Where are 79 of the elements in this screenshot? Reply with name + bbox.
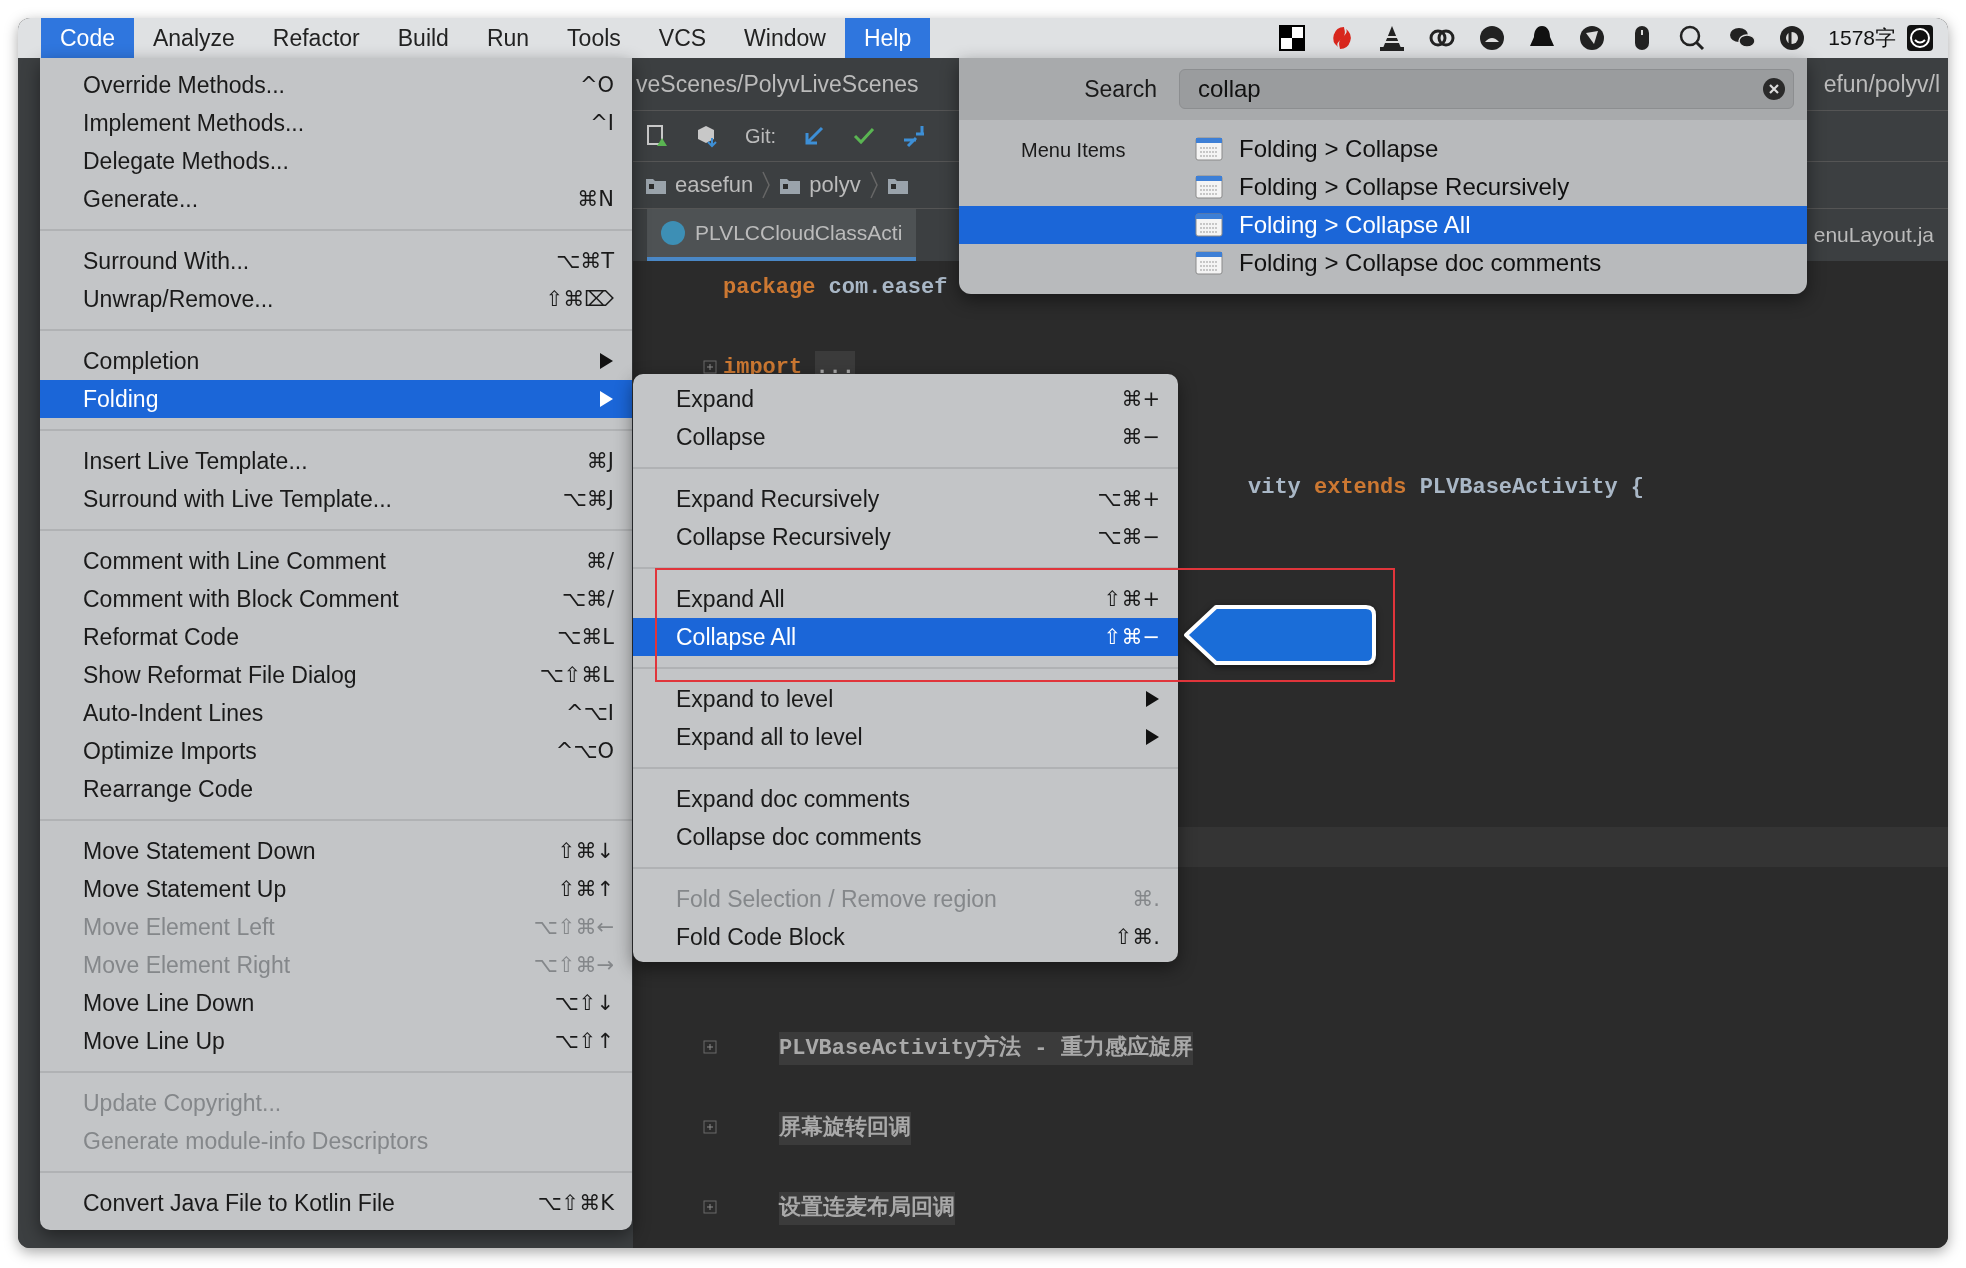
menu-bar-item[interactable]: Code	[41, 18, 134, 58]
menu-item[interactable]: Collapse Recursively ⌥⌘−	[633, 518, 1178, 556]
menu-item[interactable]: Convert Java File to Kotlin File ⌥⇧⌘K	[40, 1184, 632, 1222]
menu-item[interactable]: Move Statement Down ⇧⌘↓	[40, 832, 632, 870]
section-label: Menu Items	[1021, 139, 1126, 162]
menu-item[interactable]: Implement Methods... ^I	[40, 104, 632, 142]
chevron-icon	[868, 170, 879, 200]
menu-item[interactable]: Insert Live Template... ⌘J	[40, 442, 632, 480]
search-result[interactable]: Folding > Collapse	[1179, 130, 1807, 168]
class-icon	[661, 221, 685, 245]
code-line: vity extends PLVBaseActivity {	[1248, 474, 1645, 500]
menu-item[interactable]: Collapse ⌘−	[633, 418, 1178, 456]
menu-item[interactable]: Unwrap/Remove... ⇧⌘⌦	[40, 280, 632, 318]
menu-item[interactable]: Surround with Live Template... ⌥⌘J	[40, 480, 632, 518]
search-result[interactable]: Folding > Collapse Recursively	[1179, 168, 1807, 206]
circle-icon[interactable]	[1478, 24, 1507, 52]
tab-title: PLVLCCloudClassActi	[695, 221, 903, 245]
file-path: efun/polyv/l	[1823, 70, 1940, 98]
tab-title: enuLayout.ja	[1813, 223, 1934, 247]
git-label: Git:	[745, 124, 777, 148]
breadcrumb-item[interactable]: polyv	[809, 172, 861, 198]
search-label: Search	[1083, 75, 1157, 103]
submenu-arrow-icon	[598, 390, 614, 408]
menu-item[interactable]: Delegate Methods...	[40, 142, 632, 180]
search-result[interactable]: Folding > Collapse doc comments	[1179, 244, 1807, 282]
menu-item[interactable]: Expand Recursively ⌥⌘+	[633, 480, 1178, 518]
checker-icon[interactable]	[1278, 24, 1307, 52]
menu-item[interactable]: Expand doc comments	[633, 780, 1178, 818]
menu-bar-item[interactable]: Help	[844, 18, 931, 58]
menu-item[interactable]: Generate... ⌘N	[40, 180, 632, 218]
menu-item[interactable]: Expand ⌘+	[633, 380, 1178, 418]
menu-bar-item[interactable]: Run	[467, 18, 549, 58]
menu-item[interactable]: Reformat Code ⌥⌘L	[40, 618, 632, 656]
menu-item[interactable]: Auto-Indent Lines ^⌥I	[40, 694, 632, 732]
file-path: veScenes/PolyvLiveScenes	[636, 70, 919, 98]
device-icon[interactable]	[645, 124, 669, 148]
menu-item[interactable]: Expand all to level	[633, 718, 1178, 756]
menu-item[interactable]: Move Statement Up ⇧⌘↑	[40, 870, 632, 908]
clear-icon[interactable]	[1762, 77, 1786, 101]
menu-item[interactable]: Rearrange Code	[40, 770, 632, 808]
package-icon[interactable]	[695, 124, 719, 148]
code-line: package com.easef	[723, 274, 948, 300]
menu-item[interactable]: Collapse doc comments	[633, 818, 1178, 856]
submenu-arrow-icon	[1144, 728, 1160, 746]
menu-item[interactable]: Fold Code Block ⇧⌘.	[633, 918, 1178, 956]
menu-bar-item[interactable]: Build	[378, 18, 468, 58]
menu-item[interactable]: Move Line Up ⌥⇧↑	[40, 1022, 632, 1060]
menu-item[interactable]: Surround With... ⌥⌘T	[40, 242, 632, 280]
smiley-icon[interactable]	[1906, 24, 1934, 52]
editor-tab[interactable]: PLVLCCloudClassActi	[647, 209, 917, 261]
menu-item[interactable]: Folding	[40, 380, 632, 418]
menu-bar-item[interactable]: Window	[725, 18, 845, 58]
menu-item[interactable]: Collapse All ⇧⌘−	[633, 618, 1178, 656]
chevron-icon	[761, 170, 772, 200]
merge-icon[interactable]	[902, 124, 927, 148]
menu-item[interactable]: Completion	[40, 342, 632, 380]
menu-bar-item[interactable]: Refactor	[253, 18, 379, 58]
window-icon	[1195, 213, 1223, 237]
menu-item[interactable]: Comment with Line Comment ⌘/	[40, 542, 632, 580]
submenu-arrow-icon	[598, 352, 614, 370]
menu-bar-item[interactable]: VCS	[639, 18, 726, 58]
cone-icon[interactable]	[1378, 24, 1407, 52]
window-icon	[1195, 175, 1223, 199]
menu-item[interactable]: Override Methods... ^O	[40, 66, 632, 104]
menu-bar-item[interactable]: Tools	[548, 18, 640, 58]
menu-item[interactable]: Expand to level	[633, 680, 1178, 718]
submenu-arrow-icon	[1144, 690, 1160, 708]
search-field[interactable]: collap	[1179, 69, 1794, 109]
menu-item[interactable]: Expand All ⇧⌘+	[633, 580, 1178, 618]
menu-item[interactable]: Optimize Imports ^⌥O	[40, 732, 632, 770]
menu-item[interactable]: Comment with Block Comment ⌥⌘/	[40, 580, 632, 618]
window-icon	[1195, 251, 1223, 275]
window-icon	[1195, 137, 1223, 161]
word-count: 1578字	[1828, 25, 1896, 51]
breadcrumb-item[interactable]: easefun	[675, 172, 754, 198]
menu-item[interactable]: Show Reformat File Dialog ⌥⇧⌘L	[40, 656, 632, 694]
menu-bar-item[interactable]: Analyze	[134, 18, 254, 58]
menu-item[interactable]: Move Line Down ⌥⇧↓	[40, 984, 632, 1022]
magnifier-icon[interactable]	[1678, 24, 1707, 52]
